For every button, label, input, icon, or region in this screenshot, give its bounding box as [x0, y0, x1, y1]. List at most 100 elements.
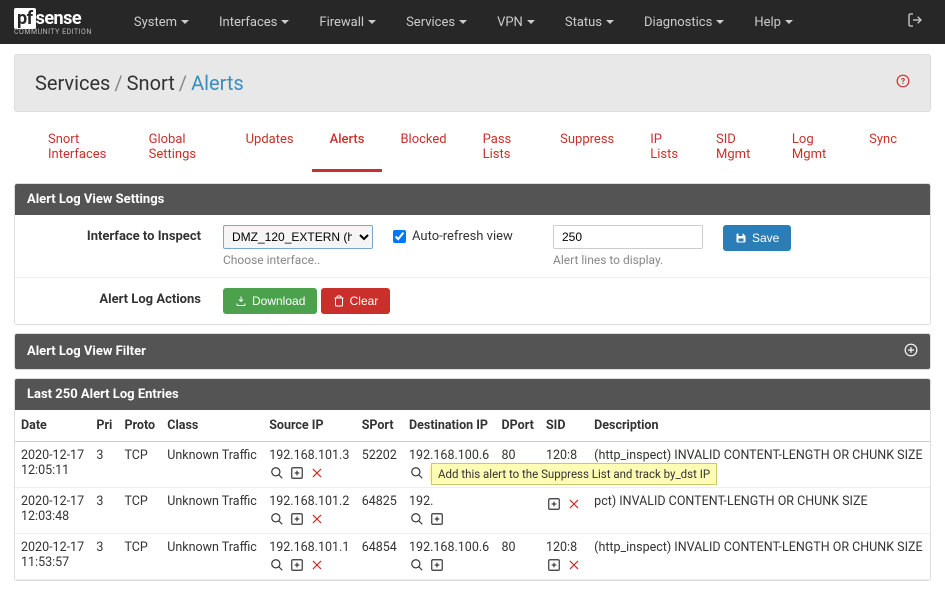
cell-pri: 3 — [90, 488, 118, 534]
iface-label: Interface to Inspect — [15, 223, 215, 250]
col-proto[interactable]: Proto — [118, 410, 161, 442]
cell-proto: TCP — [118, 534, 161, 580]
auto-refresh-input[interactable] — [393, 230, 406, 243]
tab-updates[interactable]: Updates — [228, 122, 312, 172]
lines-helper: Alert lines to display. — [553, 253, 707, 267]
col-sport[interactable]: SPort — [356, 410, 403, 442]
tab-log-mgmt[interactable]: Log Mgmt — [774, 122, 851, 172]
remove-src-icon[interactable] — [309, 557, 325, 573]
suppress-src-icon[interactable] — [289, 511, 305, 527]
clear-label: Clear — [350, 294, 379, 308]
settings-panel: Alert Log View Settings Interface to Ins… — [14, 183, 931, 325]
cell-src: 192.168.101.2 — [263, 488, 356, 534]
lookup-src-icon[interactable] — [269, 511, 285, 527]
col-class[interactable]: Class — [161, 410, 263, 442]
interface-select[interactable]: DMZ_120_EXTERN (h — [223, 225, 373, 249]
nav-item-system[interactable]: System — [120, 3, 203, 42]
table-row: 2020-12-1712:05:113TCPUnknown Traffic192… — [15, 442, 930, 488]
tab-ip-lists[interactable]: IP Lists — [632, 122, 698, 172]
lookup-src-icon[interactable] — [269, 557, 285, 573]
tab-pass-lists[interactable]: Pass Lists — [465, 122, 543, 172]
suppress-sid-icon[interactable] — [546, 496, 562, 512]
cell-sid: 120:8 — [540, 534, 588, 580]
download-button[interactable]: Download — [223, 288, 317, 314]
tab-sid-mgmt[interactable]: SID Mgmt — [698, 122, 774, 172]
auto-refresh-checkbox[interactable]: Auto-refresh view — [393, 225, 513, 244]
cell-sport: 64854 — [356, 534, 403, 580]
cell-dst: 192. — [403, 488, 496, 534]
nav-item-interfaces[interactable]: Interfaces — [205, 3, 303, 42]
tab-alerts[interactable]: Alerts — [312, 122, 383, 172]
help-icon[interactable]: ? — [896, 74, 910, 92]
cell-proto: TCP — [118, 442, 161, 488]
col-source-ip[interactable]: Source IP — [263, 410, 356, 442]
cell-dport — [496, 488, 540, 534]
filter-panel: Alert Log View Filter — [14, 333, 931, 370]
disable-sid-icon[interactable] — [566, 496, 582, 512]
nav-item-diagnostics[interactable]: Diagnostics — [630, 3, 738, 42]
breadcrumb: Services / Snort / Alerts ? — [14, 54, 931, 112]
cell-src: 192.168.101.1 — [263, 534, 356, 580]
save-button[interactable]: Save — [723, 225, 791, 251]
nav-item-status[interactable]: Status — [551, 3, 628, 42]
logo-pf: pf — [14, 8, 36, 29]
suppress-sid-icon[interactable] — [546, 557, 562, 573]
top-navbar: pfsense COMMUNITY EDITION SystemInterfac… — [0, 0, 945, 44]
cell-pri: 3 — [90, 442, 118, 488]
nav-item-vpn[interactable]: VPN — [483, 3, 549, 42]
cell-date: 2020-12-1711:53:57 — [15, 534, 90, 580]
suppress-dst-icon[interactable] — [429, 557, 445, 573]
entries-panel: Last 250 Alert Log Entries DatePriProtoC… — [14, 378, 931, 581]
actions-label: Alert Log Actions — [15, 286, 215, 313]
filter-panel-header[interactable]: Alert Log View Filter — [15, 334, 930, 369]
logo[interactable]: pfsense COMMUNITY EDITION — [14, 8, 92, 36]
expand-filter-icon[interactable] — [904, 342, 918, 361]
clear-button[interactable]: Clear — [321, 288, 391, 314]
col-pri[interactable]: Pri — [90, 410, 118, 442]
crumb-alerts: Alerts — [191, 71, 244, 95]
col-destination-ip[interactable]: Destination IP — [403, 410, 496, 442]
download-label: Download — [252, 294, 305, 308]
lookup-dst-icon[interactable] — [409, 511, 425, 527]
suppress-dst-icon[interactable] — [429, 511, 445, 527]
col-date[interactable]: Date — [15, 410, 90, 442]
col-description[interactable]: Description — [588, 410, 930, 442]
tab-snort-interfaces[interactable]: Snort Interfaces — [30, 122, 131, 172]
tab-suppress[interactable]: Suppress — [542, 122, 632, 172]
col-dport[interactable]: DPort — [496, 410, 540, 442]
nav-item-services[interactable]: Services — [392, 3, 481, 42]
suppress-dst-icon[interactable]: Add this alert to the Suppress List and … — [429, 465, 445, 481]
tab-global-settings[interactable]: Global Settings — [131, 122, 228, 172]
auto-refresh-label: Auto-refresh view — [412, 229, 513, 244]
alert-lines-input[interactable] — [553, 225, 703, 249]
cell-sid — [540, 488, 588, 534]
lookup-dst-icon[interactable] — [409, 465, 425, 481]
cell-class: Unknown Traffic — [161, 534, 263, 580]
iface-helper: Choose interface.. — [223, 253, 377, 267]
logout-button[interactable] — [899, 4, 931, 40]
crumb-snort[interactable]: Snort — [127, 71, 175, 95]
remove-src-icon[interactable] — [309, 465, 325, 481]
tab-sync[interactable]: Sync — [851, 122, 915, 172]
remove-src-icon[interactable] — [309, 511, 325, 527]
tab-blocked[interactable]: Blocked — [382, 122, 464, 172]
nav-item-firewall[interactable]: Firewall — [305, 3, 390, 42]
lookup-src-icon[interactable] — [269, 465, 285, 481]
suppress-src-icon[interactable] — [289, 465, 305, 481]
settings-panel-title: Alert Log View Settings — [27, 192, 164, 207]
disable-sid-icon[interactable] — [566, 557, 582, 573]
cell-dport: 80 — [496, 534, 540, 580]
alerts-table: DatePriProtoClassSource IPSPortDestinati… — [15, 410, 930, 580]
cell-class: Unknown Traffic — [161, 488, 263, 534]
cell-sport: 52202 — [356, 442, 403, 488]
lookup-dst-icon[interactable] — [409, 557, 425, 573]
col-sid[interactable]: SID — [540, 410, 588, 442]
cell-desc: (http_inspect) INVALID CONTENT-LENGTH OR… — [588, 534, 930, 580]
cell-sport: 64825 — [356, 488, 403, 534]
suppress-src-icon[interactable] — [289, 557, 305, 573]
crumb-services[interactable]: Services — [35, 71, 110, 95]
tab-bar: Snort InterfacesGlobal SettingsUpdatesAl… — [0, 122, 945, 173]
nav-items: SystemInterfacesFirewallServicesVPNStatu… — [120, 3, 807, 42]
nav-item-help[interactable]: Help — [740, 3, 807, 42]
logo-subtitle: COMMUNITY EDITION — [14, 28, 92, 36]
